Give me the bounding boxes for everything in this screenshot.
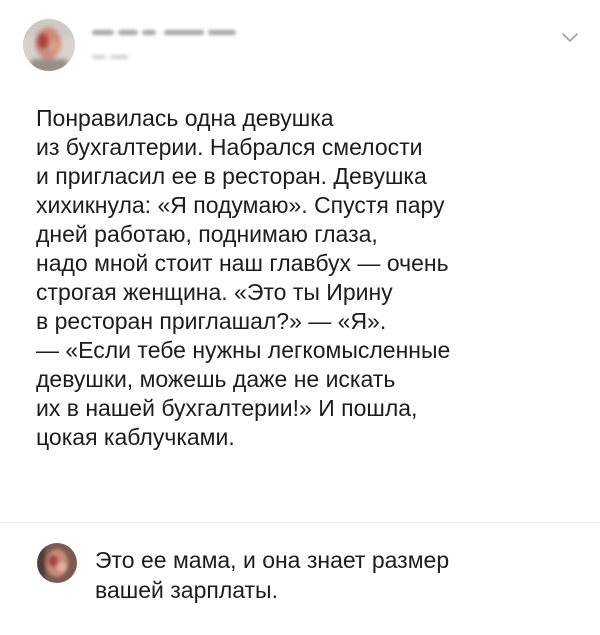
post-card: Понравилась одна девушка из бухгалтерии.… bbox=[0, 0, 600, 520]
author-handle-blurred bbox=[92, 52, 132, 62]
comment-text: Это ее мама, и она знает размер вашей за… bbox=[95, 547, 450, 603]
user-avatar-blurred-icon bbox=[37, 543, 77, 583]
author-avatar[interactable] bbox=[23, 19, 75, 71]
divider bbox=[0, 522, 600, 523]
author-name-blurred[interactable] bbox=[92, 26, 242, 40]
chevron-down-icon[interactable] bbox=[560, 30, 580, 44]
user-avatar-blurred-icon bbox=[23, 19, 75, 71]
commenter-avatar[interactable] bbox=[37, 543, 77, 583]
post-text: Понравилась одна девушка из бухгалтерии.… bbox=[36, 105, 451, 450]
